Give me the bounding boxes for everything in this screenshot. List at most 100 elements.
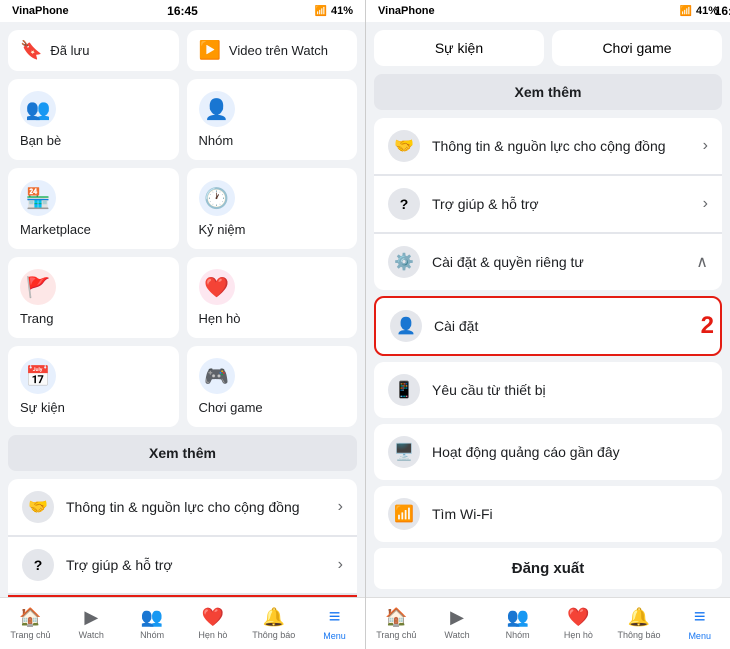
group-nav-icon: 👥 (141, 607, 163, 628)
nav-henho-left[interactable]: ❤️ Hẹn hò (182, 602, 243, 645)
marketplace-icon: 🏪 (20, 180, 56, 216)
caidat-quyen-right[interactable]: ⚙️ Cài đặt & quyền riêng tư ∧ (374, 234, 722, 290)
ban-be-label: Bạn bè (20, 133, 61, 148)
nav-nhom-right[interactable]: 👥 Nhóm (487, 602, 548, 645)
left-time: 16:45 (167, 4, 198, 18)
group-nav-icon-r: 👥 (506, 607, 528, 628)
su-kien-item[interactable]: 📅 Sự kiện (8, 346, 179, 427)
tim-wifi-sub-item[interactable]: 📶 Tìm Wi-Fi (374, 486, 722, 542)
watch-icon-r: ▶ (450, 607, 464, 628)
choi-game-item[interactable]: 🎮 Chơi game (187, 346, 358, 427)
left-battery: 📶 41% (315, 5, 353, 17)
chevron-icon-r1: › (703, 137, 708, 155)
ky-niem-label: Kỷ niệm (199, 222, 246, 237)
chevron-down-icon: › (338, 498, 343, 516)
nav-nhom-label-r: Nhóm (506, 630, 530, 640)
menu-section-right: 🤝 Thông tin & nguồn lực cho cộng đồng › … (374, 118, 722, 290)
right-content-area: Sự kiện Chơi game Xem thêm 🤝 Thông tin &… (366, 22, 730, 597)
home-icon-r: 🏠 (385, 607, 407, 628)
top-row: 🔖 Đã lưu ▶️ Video trên Watch (8, 30, 357, 71)
nav-thongbao-label-r: Thông báo (618, 630, 661, 640)
thong-tin-label: Thông tin & nguồn lực cho cộng đồng (66, 499, 338, 515)
nav-menu-left[interactable]: ≡ Menu (304, 602, 365, 645)
nav-trang-chu-left[interactable]: 🏠 Trang chủ (0, 602, 61, 645)
device-icon: 📱 (388, 374, 420, 406)
trang-item[interactable]: 🚩 Trang (8, 257, 179, 338)
tro-giup-right-label: Trợ giúp & hỗ trợ (432, 196, 703, 212)
thong-tin-item[interactable]: 🤝 Thông tin & nguồn lực cho cộng đồng › (8, 479, 357, 536)
watch-icon: ▶ (84, 607, 98, 628)
caidat-sub-label: Cài đặt (434, 318, 478, 334)
nav-thongbao-left[interactable]: 🔔 Thông báo (243, 602, 304, 645)
menu-icon: ≡ (329, 606, 341, 629)
yeu-cau-sub-item[interactable]: 📱 Yêu cầu từ thiết bị (374, 362, 722, 418)
choi-game-label: Chơi game (199, 400, 263, 415)
right-bottom-nav: 🏠 Trang chủ ▶ Watch 👥 Nhóm ❤️ Hẹn hò 🔔 T… (366, 597, 730, 649)
memory-icon: 🕐 (199, 180, 235, 216)
account-icon: 👤 (390, 310, 422, 342)
nav-trang-chu-right[interactable]: 🏠 Trang chủ (366, 602, 427, 645)
tro-giup-right[interactable]: ? Trợ giúp & hỗ trợ › (374, 176, 722, 233)
xem-them-button[interactable]: Xem thêm (8, 435, 357, 471)
da-luu-label: Đã lưu (50, 43, 89, 58)
right-phone-panel: VinaPhone 16:46 📶 41% Sự kiện Chơi game … (365, 0, 730, 649)
nav-watch-left[interactable]: ▶ Watch (61, 602, 122, 645)
nhom-item[interactable]: 👤 Nhóm (187, 79, 358, 160)
help-icon-right: ? (388, 188, 420, 220)
page-icon: 🚩 (20, 269, 56, 305)
ad-icon: 🖥️ (388, 436, 420, 468)
right-battery: 📶 41% (680, 5, 718, 17)
step-2-number: 2 (701, 312, 714, 340)
home-icon: 🏠 (19, 607, 41, 628)
help-icon: ? (22, 549, 54, 581)
heart-nav-icon: ❤️ (202, 607, 224, 628)
video-icon: ▶️ (199, 40, 221, 61)
nav-watch-right[interactable]: ▶ Watch (427, 602, 488, 645)
nav-trang-chu-label-r: Trang chủ (376, 630, 416, 640)
video-watch-label: Video trên Watch (229, 43, 328, 58)
caidat-sub-item[interactable]: 👤 Cài đặt (374, 296, 722, 356)
nhom-label: Nhóm (199, 133, 234, 148)
handshake-icon: 🤝 (22, 491, 54, 523)
da-luu-item[interactable]: 🔖 Đã lưu (8, 30, 179, 71)
chevron-icon-r2: › (703, 195, 708, 213)
right-time: 16:46 (715, 4, 730, 18)
nav-henho-right[interactable]: ❤️ Hẹn hò (548, 602, 609, 645)
grid-section: 👥 Bạn bè 👤 Nhóm 🏪 Marketplace 🕐 Kỷ niệm … (8, 79, 357, 427)
bell-icon: 🔔 (263, 607, 285, 628)
menu-icon-r: ≡ (694, 606, 706, 629)
dangxuat-button[interactable]: Đăng xuất (374, 548, 722, 589)
ky-niem-item[interactable]: 🕐 Kỷ niệm (187, 168, 358, 249)
hoat-dong-sub-item[interactable]: 🖥️ Hoạt động quảng cáo gần đây (374, 424, 722, 480)
video-watch-item[interactable]: ▶️ Video trên Watch (187, 30, 358, 71)
caidat-quyen-item[interactable]: ⚙️ Cài đặt & quyền riêng tư ⌄ (8, 595, 357, 597)
tro-giup-label: Trợ giúp & hỗ trợ (66, 557, 338, 573)
tro-giup-item[interactable]: ? Trợ giúp & hỗ trợ › (8, 537, 357, 594)
dating-icon: ❤️ (199, 269, 235, 305)
marketplace-item[interactable]: 🏪 Marketplace (8, 168, 179, 249)
right-status-bar: VinaPhone 16:46 📶 41% (366, 0, 730, 22)
su-kien-button[interactable]: Sự kiện (374, 30, 544, 66)
chevron-up-icon: ∧ (696, 252, 708, 272)
su-kien-label: Sự kiện (20, 400, 65, 415)
thong-tin-right[interactable]: 🤝 Thông tin & nguồn lực cho cộng đồng › (374, 118, 722, 175)
xem-them-button-right[interactable]: Xem thêm (374, 74, 722, 110)
nav-henho-label-r: Hẹn hò (564, 630, 593, 640)
ban-be-item[interactable]: 👥 Bạn bè (8, 79, 179, 160)
nav-watch-label-r: Watch (444, 630, 469, 640)
hen-ho-item[interactable]: ❤️ Hẹn hò (187, 257, 358, 338)
top-buttons: Sự kiện Chơi game (374, 30, 722, 66)
nav-watch-label: Watch (79, 630, 104, 640)
nav-thongbao-right[interactable]: 🔔 Thông báo (609, 602, 670, 645)
left-status-bar: VinaPhone 16:45 📶 41% (0, 0, 365, 22)
nav-nhom-left[interactable]: 👥 Nhóm (122, 602, 183, 645)
hen-ho-label: Hẹn hò (199, 311, 241, 326)
friends-icon: 👥 (20, 91, 56, 127)
nav-henho-label: Hẹn hò (198, 630, 227, 640)
caidat-sub-wrapper: 👤 Cài đặt 2 (374, 296, 722, 356)
nav-menu-right[interactable]: ≡ Menu (669, 602, 730, 645)
nav-menu-label-left: Menu (323, 631, 346, 641)
choi-game-button[interactable]: Chơi game (552, 30, 722, 66)
chevron-down-icon-2: › (338, 556, 343, 574)
caidat-quyen-right-label: Cài đặt & quyền riêng tư (432, 254, 696, 270)
